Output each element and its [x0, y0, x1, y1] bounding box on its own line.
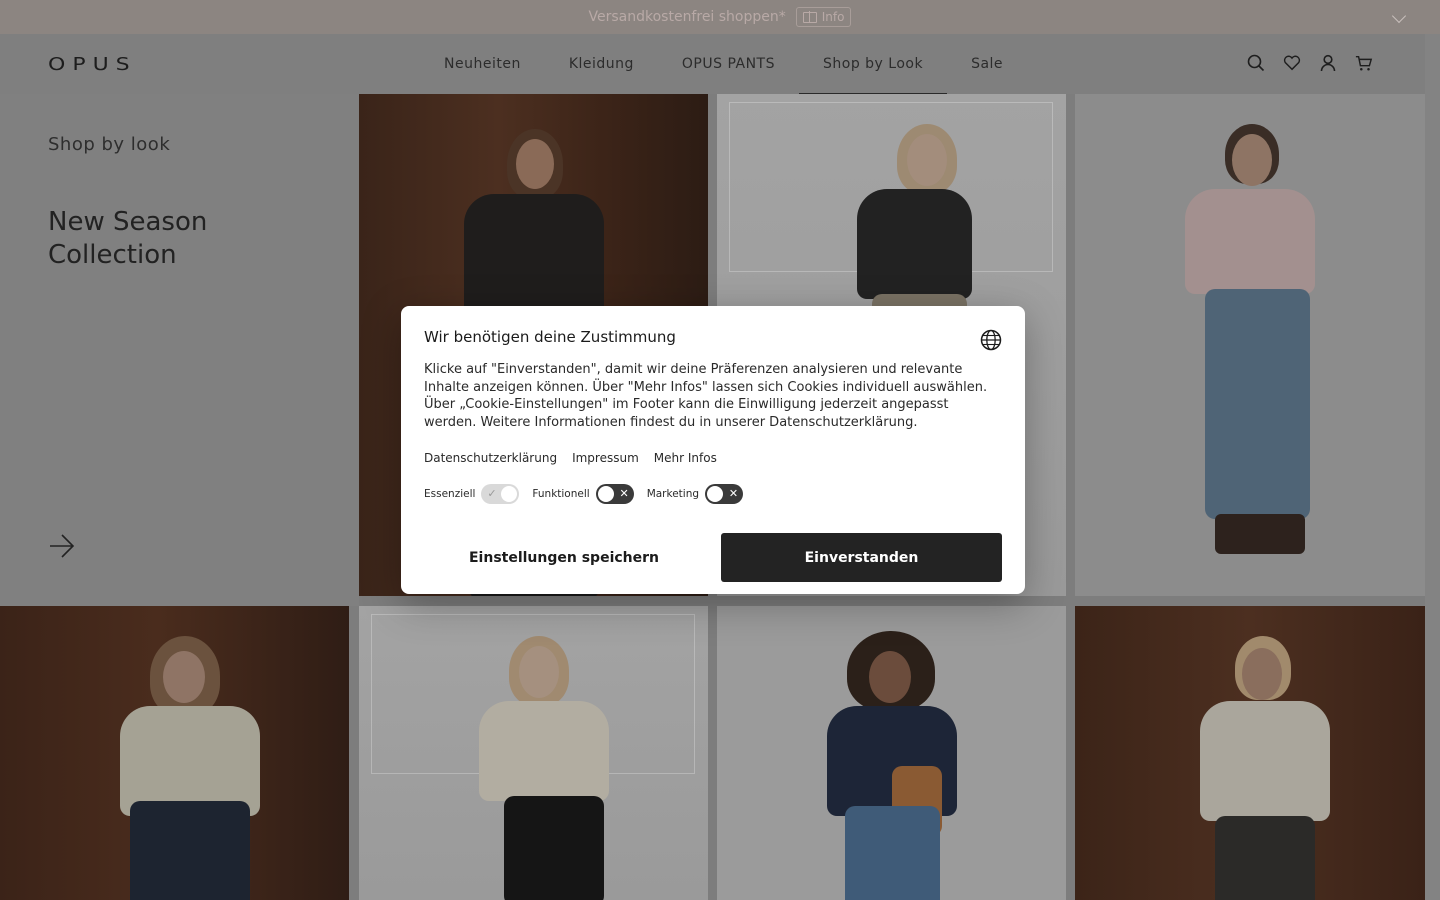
- close-icon: ✕: [619, 487, 629, 500]
- toggle-functional: Funktionell ✕: [532, 484, 634, 504]
- nav-item-kleidung[interactable]: Kleidung: [545, 34, 658, 94]
- nav-item-sale[interactable]: Sale: [947, 34, 1027, 94]
- look-figure: [1242, 648, 1282, 700]
- look-image-7[interactable]: [1075, 606, 1425, 900]
- look-figure: [464, 194, 604, 324]
- toggle-label: Funktionell: [532, 488, 590, 500]
- look-image-6[interactable]: [717, 606, 1066, 900]
- consent-description: Klicke auf "Einverstanden", damit wir de…: [424, 362, 988, 430]
- look-figure: [857, 189, 972, 299]
- arrow-right-icon[interactable]: [48, 532, 76, 560]
- switch-knob: [597, 486, 614, 502]
- consent-toggles: Essenziell ✓ Funktionell ✕ Marketing ✕: [424, 484, 756, 504]
- look-figure: [1200, 701, 1330, 821]
- switch-knob: [707, 486, 724, 502]
- heart-icon[interactable]: [1283, 53, 1301, 73]
- look-figure: [1215, 514, 1305, 554]
- consent-links: Datenschutzerklärung Impressum Mehr Info…: [424, 451, 717, 466]
- brand-logo[interactable]: OPUS: [48, 54, 137, 75]
- imprint-link[interactable]: Impressum: [572, 451, 639, 466]
- switch-knob: [501, 486, 518, 502]
- nav-item-shop-by-look[interactable]: Shop by Look: [799, 34, 948, 94]
- more-info-link[interactable]: Mehr Infos: [654, 451, 717, 466]
- main-nav: Neuheiten Kleidung OPUS PANTS Shop by Lo…: [420, 34, 1027, 94]
- gift-icon: [802, 10, 817, 23]
- nav-item-neuheiten[interactable]: Neuheiten: [420, 34, 545, 94]
- cookie-consent-dialog: Wir benötigen deine Zustimmung Klicke au…: [401, 306, 1025, 594]
- search-icon[interactable]: [1247, 53, 1265, 73]
- header-actions: [1247, 53, 1373, 73]
- look-figure: [163, 651, 205, 703]
- essential-switch[interactable]: ✓: [481, 484, 520, 504]
- nav-item-opus-pants[interactable]: OPUS PANTS: [658, 34, 799, 94]
- look-figure: [1232, 134, 1272, 186]
- privacy-policy-link[interactable]: Datenschutzerklärung: [424, 451, 557, 466]
- accept-button[interactable]: Einverstanden: [721, 533, 1002, 582]
- functional-switch[interactable]: ✕: [595, 484, 634, 504]
- promo-info-badge[interactable]: Info: [795, 7, 852, 27]
- look-figure: [1185, 189, 1315, 294]
- look-figure: [130, 801, 250, 900]
- check-icon: ✓: [487, 487, 497, 500]
- look-image-5[interactable]: [359, 606, 708, 900]
- look-figure: [869, 651, 911, 703]
- look-figure: [120, 706, 260, 816]
- section-subtitle: Shop by look: [48, 134, 171, 155]
- collection-intro: Shop by look New Season Collection: [0, 94, 359, 606]
- promo-bar: Versandkostenfrei shoppen* Info: [0, 0, 1440, 34]
- close-icon: ✕: [728, 487, 739, 500]
- toggle-marketing: Marketing ✕: [646, 484, 744, 504]
- look-image-4[interactable]: [0, 606, 349, 900]
- toggle-label: Essenziell: [424, 488, 476, 500]
- cart-icon[interactable]: [1355, 53, 1373, 73]
- look-figure: [845, 806, 940, 900]
- look-image-3[interactable]: [1075, 94, 1425, 596]
- toggle-label: Marketing: [646, 488, 700, 500]
- toggle-essential: Essenziell ✓: [424, 484, 520, 504]
- globe-icon[interactable]: [980, 329, 1002, 351]
- look-figure: [907, 134, 947, 186]
- promo-text[interactable]: Versandkostenfrei shoppen*: [589, 9, 786, 25]
- user-icon[interactable]: [1319, 53, 1337, 73]
- consent-title: Wir benötigen deine Zustimmung: [424, 328, 676, 346]
- look-figure: [519, 646, 559, 698]
- section-title: New Season Collection: [48, 207, 208, 270]
- look-figure: [1205, 289, 1310, 519]
- chevron-down-icon[interactable]: [1391, 8, 1407, 24]
- save-settings-button[interactable]: Einstellungen speichern: [424, 533, 704, 582]
- look-figure: [479, 701, 609, 801]
- site-header: OPUS Neuheiten Kleidung OPUS PANTS Shop …: [0, 34, 1425, 94]
- promo-badge-label: Info: [821, 10, 845, 24]
- page-scrollbar[interactable]: [1425, 34, 1440, 900]
- marketing-switch[interactable]: ✕: [705, 484, 744, 504]
- look-figure: [1215, 816, 1315, 900]
- look-figure: [516, 139, 554, 189]
- look-figure: [504, 796, 604, 900]
